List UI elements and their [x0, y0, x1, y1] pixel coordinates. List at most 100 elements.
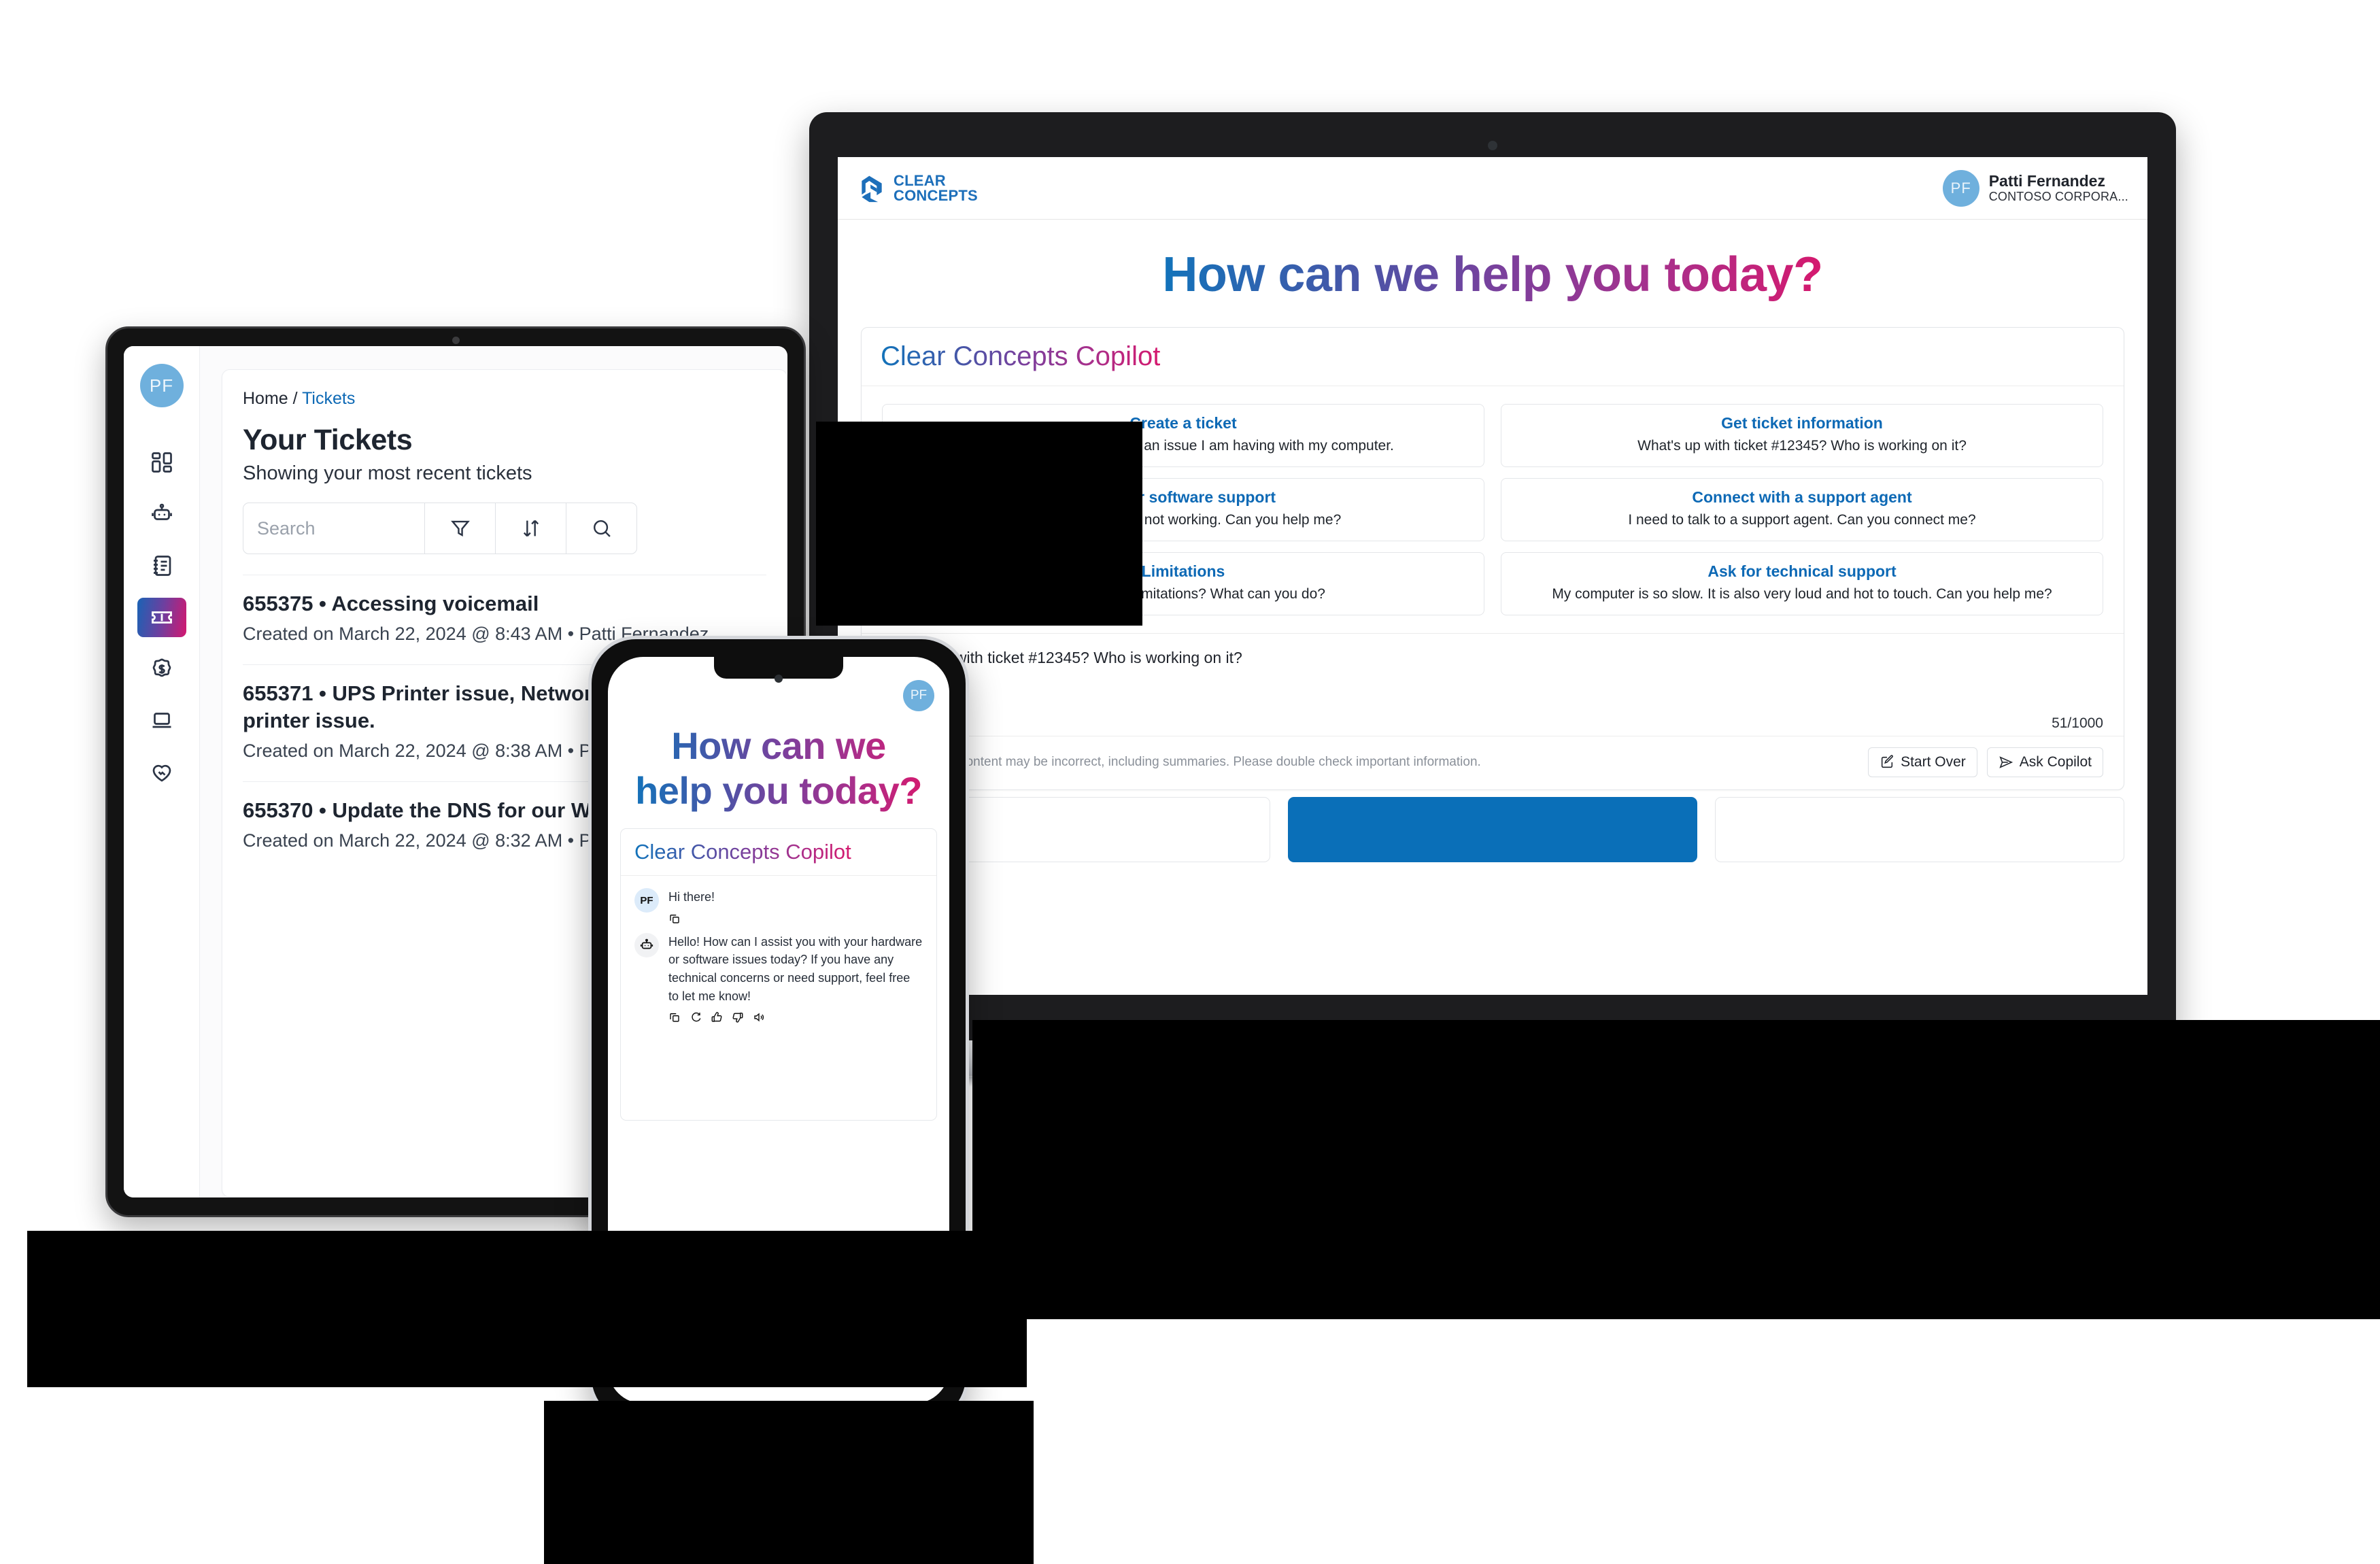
avatar: PF [1942, 169, 1979, 207]
page-subtitle: Showing your most recent tickets [243, 462, 532, 484]
ticket-icon [151, 611, 172, 624]
composer-toolbar: AI generated content may be incorrect, i… [862, 736, 2124, 789]
clear-concepts-logo-icon [862, 175, 882, 202]
filter-icon [450, 520, 470, 537]
copilot-card: Clear Concepts Copilot PF Hi there! Hell… [620, 828, 937, 1121]
ask-copilot-button[interactable]: Ask Copilot [1986, 747, 2103, 777]
suggestion-title: Get ticket information [1721, 414, 1883, 432]
composer-actions: Start Over Ask Copilot [1868, 747, 2103, 777]
chat-message-bot: Hello! How can I assist you with your ha… [634, 932, 923, 1024]
speaker-icon[interactable] [753, 1011, 765, 1023]
regenerate-icon[interactable] [690, 1011, 702, 1023]
hero-section: How can we help you today? [838, 220, 2147, 316]
crop-bar [816, 422, 1142, 626]
crop-bar [544, 1401, 1034, 1564]
page-title: How can we help you today? [631, 724, 926, 813]
sort-icon [523, 520, 539, 537]
start-over-label: Start Over [1901, 754, 1966, 770]
thumbs-down-icon[interactable] [732, 1011, 744, 1023]
search-input[interactable]: Search [243, 503, 424, 554]
avatar[interactable]: PF [903, 680, 934, 711]
ai-disclaimer: AI generated content may be incorrect, i… [882, 755, 1481, 769]
page-title: How can we help you today? [1162, 248, 1823, 302]
filter-button[interactable] [424, 503, 495, 554]
sidebar-item-knowledge[interactable] [137, 546, 186, 585]
crop-bar [972, 1020, 2380, 1102]
copilot-card-header: Clear Concepts Copilot [862, 328, 2124, 386]
ask-copilot-label: Ask Copilot [2019, 754, 2092, 770]
suggestion-prompt: What's up with ticket #12345? Who is wor… [1637, 438, 1967, 454]
suggestion-title: Connect with a support agent [1692, 488, 1912, 506]
laptop-icon [152, 713, 171, 728]
message-actions [668, 1011, 923, 1023]
avatar: PF [634, 888, 659, 913]
crop-bar [27, 1231, 1027, 1387]
sidebar-item-devices[interactable] [137, 701, 186, 741]
suggestion-prompt: I need to talk to a support agent. Can y… [1628, 512, 1976, 528]
sidebar-item-care[interactable] [137, 753, 186, 792]
search-icon [593, 520, 611, 537]
user-profile[interactable]: PF Patti Fernandez CONTOSO CORPORA... [1942, 169, 2128, 207]
search-toolbar: Search [243, 503, 637, 554]
robot-icon [634, 932, 659, 957]
user-meta: Patti Fernandez CONTOSO CORPORA... [1989, 172, 2128, 204]
heart-handshake-icon [152, 764, 171, 782]
search-button[interactable] [566, 503, 636, 554]
sidebar: PF [124, 346, 200, 1197]
chat-message-user: PF Hi there! [634, 888, 923, 925]
tablet-camera-icon [452, 337, 460, 344]
suggestion-title: Ask for technical support [1707, 562, 1897, 580]
user-name: Patti Fernandez [1988, 171, 2105, 190]
send-icon [1999, 756, 2013, 768]
robot-icon [640, 938, 653, 949]
copilot-card-header: Clear Concepts Copilot [621, 829, 936, 877]
breadcrumb: Home / Tickets [243, 389, 766, 409]
ticket-title: 655375 • Accessing voicemail [243, 592, 539, 615]
breadcrumb-home[interactable]: Home [243, 389, 288, 408]
bottom-card-right[interactable] [1715, 797, 2124, 862]
message-text: Hi there! [668, 890, 715, 904]
copilot-title: Clear Concepts Copilot [881, 341, 1161, 371]
phone-camera-icon [775, 675, 783, 683]
thumbs-up-icon[interactable] [711, 1011, 723, 1023]
breadcrumb-separator: / [292, 389, 298, 408]
sidebar-item-copilot[interactable] [137, 494, 186, 534]
laptop-camera-icon [1488, 141, 1497, 150]
suggestion-prompt: My computer is so slow. It is also very … [1552, 586, 2052, 602]
bottom-card-primary[interactable] [1288, 797, 1697, 862]
device-showcase: CLEAR CONCEPTS PF Patti Fernandez CONTOS… [0, 0, 2380, 1564]
copilot-title: Clear Concepts Copilot [634, 840, 851, 864]
notebook-icon [153, 556, 171, 576]
bottom-card-row [838, 790, 2147, 862]
start-over-button[interactable]: Start Over [1868, 747, 1977, 777]
page-title: Your Tickets [243, 424, 413, 456]
sidebar-item-billing[interactable] [137, 649, 186, 689]
brand-line-2: CONCEPTS [894, 186, 978, 204]
copy-icon[interactable] [668, 913, 681, 925]
sort-button[interactable] [495, 503, 566, 554]
copilot-composer: What's up with ticket #12345? Who is wor… [862, 633, 2124, 789]
edit-square-icon [1881, 755, 1894, 768]
brand-wordmark: CLEAR CONCEPTS [894, 173, 978, 203]
user-org: CONTOSO CORPORA... [1988, 190, 2128, 204]
message-body: Hello! How can I assist you with your ha… [668, 933, 923, 1024]
breadcrumb-current[interactable]: Tickets [302, 389, 355, 408]
copy-icon[interactable] [668, 1011, 681, 1023]
avatar[interactable]: PF [139, 364, 184, 407]
suggestion-ask-for-technical-support[interactable]: Ask for technical support My computer is… [1501, 552, 2103, 615]
sidebar-item-tickets[interactable] [137, 598, 186, 637]
phone-hero: How can we help you today? [608, 714, 949, 828]
brand-logo[interactable]: CLEAR CONCEPTS [857, 173, 978, 203]
message-body: Hi there! [668, 888, 923, 925]
sidebar-item-dashboard[interactable] [137, 443, 186, 482]
copilot-input[interactable]: What's up with ticket #12345? Who is wor… [862, 634, 2124, 736]
chat-thread: PF Hi there! Hello! How can I assist you… [621, 876, 936, 1037]
app-header: CLEAR CONCEPTS PF Patti Fernandez CONTOS… [838, 157, 2147, 220]
message-text: Hello! How can I assist you with your ha… [668, 934, 923, 1003]
message-actions [668, 913, 923, 925]
robot-icon [151, 503, 172, 520]
suggestion-get-ticket-information[interactable]: Get ticket information What's up with ti… [1501, 404, 2103, 467]
dollar-badge-icon [152, 658, 171, 677]
brand-line-1: CLEAR [894, 171, 946, 189]
suggestion-connect-with-a-support-agent[interactable]: Connect with a support agent I need to t… [1501, 478, 2103, 541]
